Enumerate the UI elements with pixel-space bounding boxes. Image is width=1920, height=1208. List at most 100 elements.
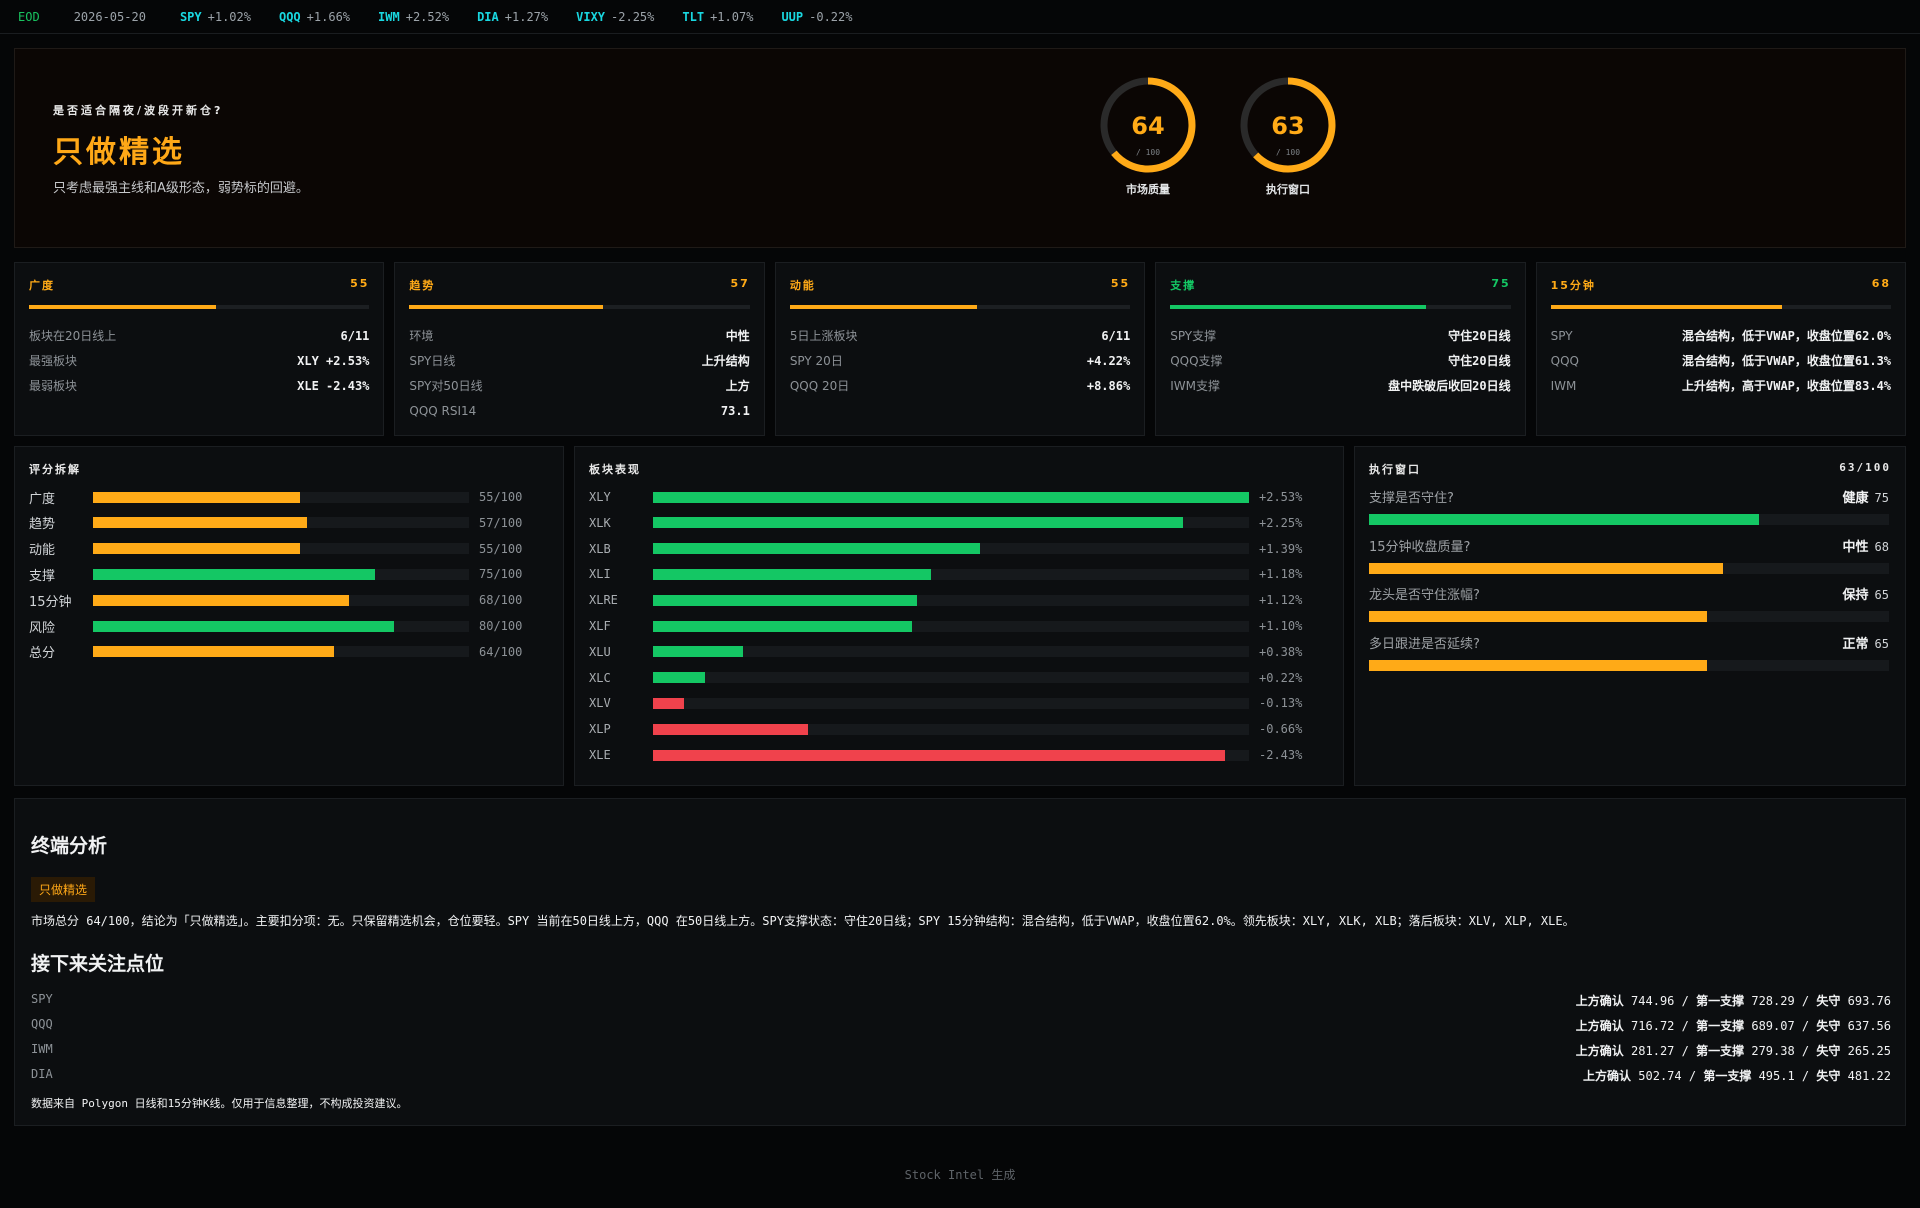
score-breakdown-title: 评分拆解: [29, 463, 81, 476]
card-row: QQQ RSI14 73.1: [409, 398, 749, 423]
execution-question: 多日跟进是否延续?: [1369, 636, 1480, 652]
sector-bar: [653, 568, 931, 580]
sector-symbol: XLY: [589, 490, 611, 504]
card-row-label: SPY对50日线: [409, 379, 483, 393]
card-row-label: QQQ RSI14: [409, 403, 477, 418]
level-label: 上方确认: [1575, 994, 1624, 1008]
metric-cards: 广度 55 板块在20日线上 6/11 最强板块 XLY +2.53% 最弱板块 XLE -2…: [14, 262, 1907, 436]
execution-status-text: 中性: [1842, 539, 1869, 555]
sector-row: XLB +1.39%: [589, 541, 1302, 557]
level-symbol: QQQ: [31, 1017, 53, 1031]
card-rows: SPY 混合结构，低于VWAP，收盘位置62.0% QQQ 混合结构，低于VWAP，收…: [1551, 323, 1891, 398]
score-track: [93, 568, 469, 580]
execution-item-header: 多日跟进是否延续? 正常 65: [1369, 633, 1889, 652]
sector-row: XLE -2.43%: [589, 747, 1302, 763]
ticker-change: -2.25%: [611, 9, 655, 24]
sector-row: XLP -0.66%: [589, 721, 1302, 737]
score-track: [93, 646, 469, 658]
card-progress-fill: [1170, 305, 1426, 309]
sector-track: [653, 491, 1249, 503]
card-row-value: 上升结构: [701, 354, 750, 368]
card-row: SPY日线 上升结构: [409, 348, 749, 373]
execution-track: [1369, 562, 1889, 574]
card-row-label: 最强板块: [29, 354, 78, 368]
card-row-value: +8.86%: [1086, 378, 1131, 393]
card-row: 最强板块 XLY +2.53%: [29, 348, 369, 373]
score-fill: [93, 594, 349, 606]
card-progress-bar: [29, 305, 370, 309]
card-row: 最弱板块 XLE -2.43%: [29, 373, 369, 398]
score-fill: [93, 568, 375, 580]
card-row: QQQ 混合结构，低于VWAP，收盘位置61.3%: [1551, 348, 1891, 373]
ticker-change: +1.27%: [504, 9, 549, 24]
card-row-value: XLY +2.53%: [297, 353, 370, 368]
card-title: 15分钟: [1550, 279, 1596, 292]
ticker-bar: EOD 2026-05-20 SPY +1.02% QQQ +1.66% IWM +2.5…: [0, 0, 1920, 34]
score-label: 动能: [29, 543, 56, 559]
sector-performance-title: 板块表现: [589, 463, 641, 476]
sector-row: XLF +1.10%: [589, 618, 1302, 634]
score-value: 57/100: [479, 515, 523, 530]
execution-question: 龙头是否守住涨幅?: [1369, 588, 1480, 603]
score-row: 总分 64/100: [29, 644, 539, 662]
sector-row: XLV -0.13%: [589, 695, 1302, 711]
analysis-paragraph: 市场总分 64/100，结论为「只做精选」。主要扣分项：无。只保留精选机会，仓位…: [31, 914, 1575, 928]
level-price: 637.56: [1847, 1019, 1891, 1033]
card-title: 动能: [789, 279, 816, 292]
sector-symbol: XLP: [589, 722, 611, 737]
sector-symbol: XLE: [589, 748, 611, 762]
sector-bar: [653, 620, 913, 632]
sector-bar: [653, 646, 743, 658]
level-label: 上方确认: [1575, 1044, 1624, 1058]
card-row-label: SPY: [1550, 328, 1573, 343]
card-row-label: 板块在20日线上: [29, 329, 117, 343]
score-track: [93, 543, 469, 555]
level-symbol: DIA: [31, 1067, 53, 1081]
card-row-label: 环境: [409, 329, 434, 343]
score-row: 趋势 57/100: [29, 515, 539, 533]
card-row: 板块在20日线上 6/11: [29, 323, 369, 348]
hero-verdict: 只做精选: [53, 135, 185, 170]
gauge-market-quality: 64 / 100 市场质量: [1088, 75, 1208, 197]
card-row: 5日上涨板块 6/11: [790, 323, 1130, 348]
ticker-symbol: VIXY: [576, 9, 606, 24]
gauge-value: 64: [1131, 112, 1165, 140]
score-row: 15分钟 68/100: [29, 592, 539, 610]
level-values: 上方确认 716.72 / 第一支撑 689.07 / 失守 637.56: [1575, 1019, 1891, 1033]
execution-question: 15分钟收盘质量?: [1369, 539, 1471, 555]
sector-bar: [653, 749, 1226, 761]
score-track: [93, 594, 469, 606]
sector-symbol: XLI: [589, 567, 611, 582]
card-header: 广度 55: [29, 277, 369, 293]
card-progress-fill: [29, 305, 217, 309]
gauge-denominator: / 100: [1135, 148, 1161, 157]
card-progress-bar: [409, 305, 750, 309]
card-score: 57: [730, 277, 750, 290]
card-row-label: QQQ: [1550, 353, 1579, 368]
execution-item-header: 15分钟收盘质量? 中性 68: [1369, 536, 1889, 555]
ticker-change: +1.66%: [306, 9, 351, 24]
card-rows: SPY支撑 守住20日线 QQQ支撑 守住20日线 IWM支撑 盘中跌破后收回20日线: [1170, 323, 1510, 398]
sector-change: -0.66%: [1259, 722, 1303, 737]
card-header: 趋势 57: [409, 277, 749, 293]
verdict-badge: 只做精选: [31, 877, 96, 902]
card-header: 支撑 75: [1170, 277, 1510, 293]
gauge-value: 63: [1271, 112, 1305, 140]
score-track: [93, 491, 469, 503]
sector-track: [653, 517, 1249, 529]
level-label: 失守: [1816, 1019, 1841, 1033]
level-label: 上方确认: [1575, 1019, 1624, 1033]
sector-track: [653, 620, 1249, 632]
levels-heading: 接下来关注点位: [31, 953, 165, 975]
execution-status: 正常 65: [1843, 633, 1889, 652]
level-values: 上方确认 744.96 / 第一支撑 728.29 / 失守 693.76: [1575, 994, 1891, 1008]
metric-card: 广度 55 板块在20日线上 6/11 最强板块 XLY +2.53% 最弱板块 XLE -2…: [14, 262, 385, 436]
gauge-execution-window: 63 / 100 执行窗口: [1228, 75, 1348, 197]
hero-panel: 是否适合隔夜/波段开新仓? 只做精选 只考虑最强主线和A级形态，弱势标的回避。 …: [14, 48, 1906, 248]
sector-change: +0.38%: [1259, 644, 1303, 659]
card-row-label: SPY支撑: [1170, 329, 1217, 343]
hero-subtitle: 只考虑最强主线和A级形态，弱势标的回避。: [53, 181, 309, 196]
card-row: IWM支撑 盘中跌破后收回20日线: [1170, 373, 1510, 398]
sector-track: [653, 646, 1249, 658]
score-track: [93, 517, 469, 529]
